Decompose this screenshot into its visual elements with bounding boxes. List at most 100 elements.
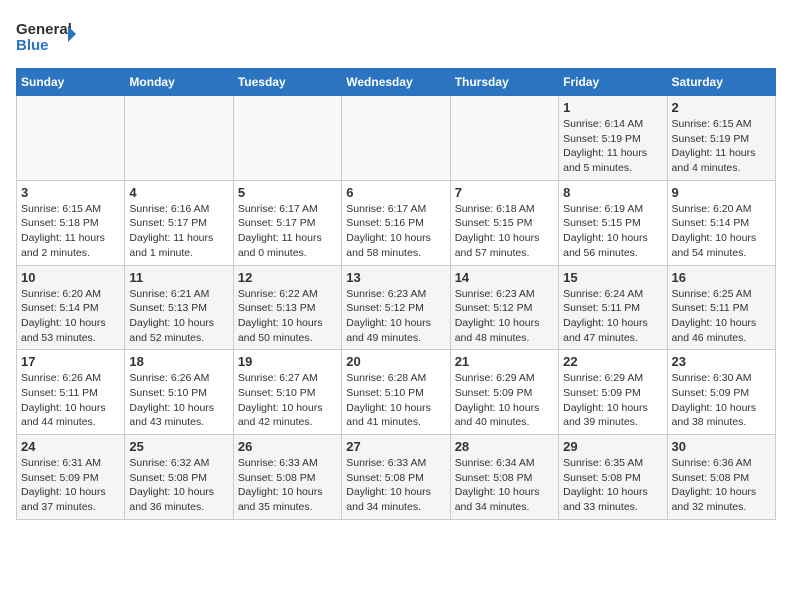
day-info: Sunrise: 6:30 AM Sunset: 5:09 PM Dayligh…	[672, 371, 771, 430]
day-number: 2	[672, 100, 771, 115]
day-info: Sunrise: 6:15 AM Sunset: 5:18 PM Dayligh…	[21, 202, 120, 261]
day-info: Sunrise: 6:15 AM Sunset: 5:19 PM Dayligh…	[672, 117, 771, 176]
day-number: 7	[455, 185, 554, 200]
day-number: 13	[346, 270, 445, 285]
day-info: Sunrise: 6:19 AM Sunset: 5:15 PM Dayligh…	[563, 202, 662, 261]
day-info: Sunrise: 6:17 AM Sunset: 5:17 PM Dayligh…	[238, 202, 337, 261]
day-info: Sunrise: 6:32 AM Sunset: 5:08 PM Dayligh…	[129, 456, 228, 515]
day-number: 8	[563, 185, 662, 200]
day-info: Sunrise: 6:20 AM Sunset: 5:14 PM Dayligh…	[21, 287, 120, 346]
day-info: Sunrise: 6:33 AM Sunset: 5:08 PM Dayligh…	[238, 456, 337, 515]
calendar-day-cell: 5 Sunrise: 6:17 AM Sunset: 5:17 PM Daylig…	[233, 180, 341, 265]
weekday-header: Monday	[125, 69, 233, 96]
calendar-day-cell: 3 Sunrise: 6:15 AM Sunset: 5:18 PM Daylig…	[17, 180, 125, 265]
logo: GeneralBlue	[16, 16, 76, 56]
calendar-week-row: 17 Sunrise: 6:26 AM Sunset: 5:11 PM Dayli…	[17, 350, 776, 435]
day-info: Sunrise: 6:31 AM Sunset: 5:09 PM Dayligh…	[21, 456, 120, 515]
day-info: Sunrise: 6:26 AM Sunset: 5:10 PM Dayligh…	[129, 371, 228, 430]
day-info: Sunrise: 6:23 AM Sunset: 5:12 PM Dayligh…	[346, 287, 445, 346]
calendar-day-cell: 23 Sunrise: 6:30 AM Sunset: 5:09 PM Dayli…	[667, 350, 775, 435]
weekday-header: Thursday	[450, 69, 558, 96]
day-info: Sunrise: 6:34 AM Sunset: 5:08 PM Dayligh…	[455, 456, 554, 515]
day-info: Sunrise: 6:21 AM Sunset: 5:13 PM Dayligh…	[129, 287, 228, 346]
weekday-header: Sunday	[17, 69, 125, 96]
calendar-day-cell: 4 Sunrise: 6:16 AM Sunset: 5:17 PM Daylig…	[125, 180, 233, 265]
day-number: 22	[563, 354, 662, 369]
calendar-day-cell: 21Sunrise: 6:29 AM Sunset: 5:09 PM Dayli…	[450, 350, 558, 435]
day-number: 10	[21, 270, 120, 285]
calendar-week-row: 3 Sunrise: 6:15 AM Sunset: 5:18 PM Daylig…	[17, 180, 776, 265]
day-number: 21	[455, 354, 554, 369]
day-number: 20	[346, 354, 445, 369]
day-info: Sunrise: 6:25 AM Sunset: 5:11 PM Dayligh…	[672, 287, 771, 346]
svg-text:Blue: Blue	[16, 37, 49, 54]
calendar-day-cell: 6 Sunrise: 6:17 AM Sunset: 5:16 PM Daylig…	[342, 180, 450, 265]
day-number: 26	[238, 439, 337, 454]
day-info: Sunrise: 6:36 AM Sunset: 5:08 PM Dayligh…	[672, 456, 771, 515]
calendar-table: SundayMondayTuesdayWednesdayThursdayFrid…	[16, 68, 776, 520]
calendar-day-cell	[233, 96, 341, 181]
calendar-day-cell: 12 Sunrise: 6:22 AM Sunset: 5:13 PM Dayli…	[233, 265, 341, 350]
calendar-day-cell: 25Sunrise: 6:32 AM Sunset: 5:08 PM Dayli…	[125, 435, 233, 520]
calendar-day-cell: 29 Sunrise: 6:35 AM Sunset: 5:08 PM Dayli…	[559, 435, 667, 520]
calendar-day-cell: 18 Sunrise: 6:26 AM Sunset: 5:10 PM Dayli…	[125, 350, 233, 435]
calendar-day-cell: 14 Sunrise: 6:23 AM Sunset: 5:12 PM Dayli…	[450, 265, 558, 350]
calendar-day-cell	[125, 96, 233, 181]
day-info: Sunrise: 6:16 AM Sunset: 5:17 PM Dayligh…	[129, 202, 228, 261]
calendar-day-cell	[450, 96, 558, 181]
day-number: 6	[346, 185, 445, 200]
header-row: SundayMondayTuesdayWednesdayThursdayFrid…	[17, 69, 776, 96]
day-number: 16	[672, 270, 771, 285]
day-number: 29	[563, 439, 662, 454]
calendar-day-cell: 2 Sunrise: 6:15 AM Sunset: 5:19 PM Daylig…	[667, 96, 775, 181]
calendar-day-cell: 8 Sunrise: 6:19 AM Sunset: 5:15 PM Daylig…	[559, 180, 667, 265]
day-info: Sunrise: 6:26 AM Sunset: 5:11 PM Dayligh…	[21, 371, 120, 430]
day-number: 1	[563, 100, 662, 115]
day-number: 19	[238, 354, 337, 369]
calendar-day-cell: 15 Sunrise: 6:24 AM Sunset: 5:11 PM Dayli…	[559, 265, 667, 350]
day-info: Sunrise: 6:33 AM Sunset: 5:08 PM Dayligh…	[346, 456, 445, 515]
day-info: Sunrise: 6:23 AM Sunset: 5:12 PM Dayligh…	[455, 287, 554, 346]
calendar-week-row: 24 Sunrise: 6:31 AM Sunset: 5:09 PM Dayli…	[17, 435, 776, 520]
day-info: Sunrise: 6:29 AM Sunset: 5:09 PM Dayligh…	[563, 371, 662, 430]
calendar-day-cell	[342, 96, 450, 181]
calendar-day-cell: 16 Sunrise: 6:25 AM Sunset: 5:11 PM Dayli…	[667, 265, 775, 350]
day-info: Sunrise: 6:17 AM Sunset: 5:16 PM Dayligh…	[346, 202, 445, 261]
calendar-day-cell: 20 Sunrise: 6:28 AM Sunset: 5:10 PM Dayli…	[342, 350, 450, 435]
day-number: 23	[672, 354, 771, 369]
day-info: Sunrise: 6:27 AM Sunset: 5:10 PM Dayligh…	[238, 371, 337, 430]
calendar-day-cell: 10 Sunrise: 6:20 AM Sunset: 5:14 PM Dayli…	[17, 265, 125, 350]
weekday-header: Tuesday	[233, 69, 341, 96]
calendar-day-cell: 26 Sunrise: 6:33 AM Sunset: 5:08 PM Dayli…	[233, 435, 341, 520]
day-info: Sunrise: 6:22 AM Sunset: 5:13 PM Dayligh…	[238, 287, 337, 346]
calendar-day-cell: 13 Sunrise: 6:23 AM Sunset: 5:12 PM Dayli…	[342, 265, 450, 350]
day-number: 5	[238, 185, 337, 200]
calendar-day-cell: 22 Sunrise: 6:29 AM Sunset: 5:09 PM Dayli…	[559, 350, 667, 435]
calendar-week-row: 1 Sunrise: 6:14 AM Sunset: 5:19 PM Daylig…	[17, 96, 776, 181]
day-info: Sunrise: 6:28 AM Sunset: 5:10 PM Dayligh…	[346, 371, 445, 430]
calendar-week-row: 10 Sunrise: 6:20 AM Sunset: 5:14 PM Dayli…	[17, 265, 776, 350]
day-number: 3	[21, 185, 120, 200]
calendar-day-cell: 30 Sunrise: 6:36 AM Sunset: 5:08 PM Dayli…	[667, 435, 775, 520]
day-number: 24	[21, 439, 120, 454]
calendar-day-cell: 9Sunrise: 6:20 AM Sunset: 5:14 PM Daylig…	[667, 180, 775, 265]
day-number: 17	[21, 354, 120, 369]
day-number: 15	[563, 270, 662, 285]
weekday-header: Saturday	[667, 69, 775, 96]
day-number: 12	[238, 270, 337, 285]
svg-text:General: General	[16, 21, 72, 38]
weekday-header: Wednesday	[342, 69, 450, 96]
day-number: 14	[455, 270, 554, 285]
day-number: 4	[129, 185, 228, 200]
day-number: 30	[672, 439, 771, 454]
calendar-day-cell: 1 Sunrise: 6:14 AM Sunset: 5:19 PM Daylig…	[559, 96, 667, 181]
calendar-day-cell	[17, 96, 125, 181]
day-info: Sunrise: 6:35 AM Sunset: 5:08 PM Dayligh…	[563, 456, 662, 515]
day-number: 18	[129, 354, 228, 369]
page-header: GeneralBlue	[16, 16, 776, 56]
weekday-header: Friday	[559, 69, 667, 96]
day-info: Sunrise: 6:14 AM Sunset: 5:19 PM Dayligh…	[563, 117, 662, 176]
day-info: Sunrise: 6:24 AM Sunset: 5:11 PM Dayligh…	[563, 287, 662, 346]
calendar-day-cell: 27Sunrise: 6:33 AM Sunset: 5:08 PM Dayli…	[342, 435, 450, 520]
day-number: 28	[455, 439, 554, 454]
